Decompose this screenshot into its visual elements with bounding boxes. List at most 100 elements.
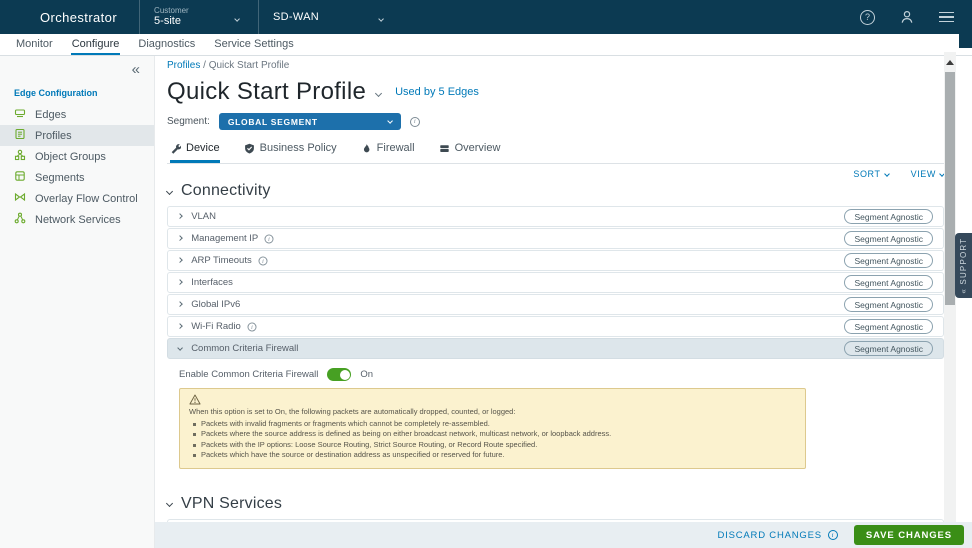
product-title: Orchestrator [40, 10, 117, 25]
nav-tab-monitor[interactable]: Monitor [15, 34, 54, 55]
segment-agnostic-badge: Segment Agnostic [844, 341, 933, 356]
profiles-icon [14, 128, 26, 143]
menu-icon[interactable] [939, 12, 954, 23]
breadcrumb-profiles-link[interactable]: Profiles [167, 60, 200, 71]
nav-tab-diagnostics[interactable]: Diagnostics [137, 34, 196, 55]
user-icon[interactable] [899, 9, 915, 25]
ccf-toggle[interactable] [327, 368, 351, 381]
info-icon[interactable]: i [247, 322, 256, 331]
segment-agnostic-badge: Segment Agnostic [844, 275, 933, 290]
row-label: Global IPv6 [191, 299, 240, 310]
save-changes-button[interactable]: SAVE CHANGES [854, 525, 964, 545]
ccf-toggle-label: Enable Common Criteria Firewall [179, 369, 318, 380]
sidebar-item-network-services[interactable]: Network Services [0, 209, 154, 230]
config-row-vlan[interactable]: VLAN Segment Agnostic [167, 206, 944, 227]
tab-overview[interactable]: Overview [439, 142, 501, 163]
service-label: SD-WAN [273, 11, 319, 23]
segment-agnostic-badge: Segment Agnostic [844, 253, 933, 268]
sidebar-item-label: Profiles [35, 130, 72, 142]
scroll-up-button[interactable] [944, 56, 956, 69]
sidebar-collapse-icon[interactable]: « [132, 61, 140, 78]
scrollbar-thumb[interactable] [945, 72, 955, 305]
sidebar-item-label: Network Services [35, 214, 121, 226]
tab-device[interactable]: Device [170, 142, 220, 163]
nav-tab-configure[interactable]: Configure [71, 34, 121, 55]
shield-check-icon [244, 143, 255, 154]
sidebar-item-segments[interactable]: Segments [0, 167, 154, 188]
info-icon[interactable]: i [258, 256, 267, 265]
sidebar-item-edges[interactable]: Edges [0, 104, 154, 125]
tab-firewall[interactable]: Firewall [361, 142, 415, 163]
config-row-common-criteria-firewall[interactable]: Common Criteria Firewall Segment Agnosti… [167, 338, 944, 359]
config-row-interfaces[interactable]: Interfaces Segment Agnostic [167, 272, 944, 293]
chevron-down-icon [166, 500, 173, 507]
service-dropdown[interactable]: SD-WAN [259, 0, 397, 34]
segment-info-icon[interactable]: i [410, 117, 420, 127]
info-icon[interactable]: i [265, 234, 274, 243]
chevron-right-icon [177, 324, 183, 330]
network-services-icon [14, 212, 26, 227]
support-label: SUPPORT [959, 238, 968, 285]
segment-value: GLOBAL SEGMENT [228, 117, 318, 127]
sort-label: SORT [853, 169, 880, 179]
sidebar-item-profiles[interactable]: Profiles [0, 125, 154, 146]
chevron-down-icon [177, 346, 183, 352]
chevron-right-icon [177, 214, 183, 220]
row-label: Interfaces [191, 277, 233, 288]
chevron-down-icon [379, 8, 383, 26]
nav-tab-service-settings[interactable]: Service Settings [213, 34, 294, 55]
flame-icon [361, 143, 372, 154]
breadcrumb: Profiles / Quick Start Profile [167, 60, 944, 71]
segment-agnostic-badge: Segment Agnostic [844, 231, 933, 246]
warning-icon [189, 394, 201, 405]
footer-action-bar: DISCARD CHANGES i SAVE CHANGES [155, 522, 972, 548]
support-tab[interactable]: « SUPPORT [955, 233, 972, 298]
discard-changes-button[interactable]: DISCARD CHANGES i [718, 530, 838, 541]
chevron-down-icon [166, 187, 173, 194]
title-dropdown-chevron-icon[interactable] [376, 83, 381, 101]
row-label: Management IP [191, 233, 258, 244]
tab-label: Overview [455, 142, 501, 154]
sidebar-item-label: Segments [35, 172, 85, 184]
chevron-down-icon [235, 8, 239, 26]
config-row-management-ip[interactable]: Management IP i Segment Agnostic [167, 228, 944, 249]
row-label: Common Criteria Firewall [191, 343, 298, 354]
breadcrumb-separator: / [203, 60, 206, 71]
help-icon[interactable]: ? [860, 10, 875, 25]
sidebar-section-title: Edge Configuration [14, 88, 154, 98]
sidebar-item-label: Overlay Flow Control [35, 193, 138, 205]
segment-dropdown[interactable]: GLOBAL SEGMENT [219, 113, 401, 130]
warning-intro: When this option is set to On, the follo… [189, 407, 795, 418]
edges-icon [14, 107, 26, 122]
customer-dropdown[interactable]: Customer 5-site [140, 0, 258, 34]
config-row-global-ipv6[interactable]: Global IPv6 Segment Agnostic [167, 294, 944, 315]
breadcrumb-current: Quick Start Profile [209, 60, 290, 71]
segment-agnostic-badge: Segment Agnostic [844, 209, 933, 224]
warning-bullet: Packets which have the source or destina… [189, 450, 795, 461]
config-row-wifi-radio[interactable]: Wi-Fi Radio i Segment Agnostic [167, 316, 944, 337]
warning-bullet: Packets with the IP options: Loose Sourc… [189, 440, 795, 451]
primary-nav: Monitor Configure Diagnostics Service Se… [0, 34, 972, 56]
chevron-right-icon [177, 236, 183, 242]
sort-dropdown[interactable]: SORT [853, 169, 888, 179]
app-header: Orchestrator Customer 5-site SD-WAN ? [0, 0, 972, 34]
segment-agnostic-badge: Segment Agnostic [844, 319, 933, 334]
used-by-edges-link[interactable]: Used by 5 Edges [395, 86, 479, 98]
section-vpn-services-header[interactable]: VPN Services [167, 495, 944, 513]
sidebar-item-object-groups[interactable]: Object Groups [0, 146, 154, 167]
discard-info-icon[interactable]: i [828, 530, 838, 540]
sidebar-item-label: Object Groups [35, 151, 106, 163]
tab-label: Firewall [377, 142, 415, 154]
view-dropdown[interactable]: VIEW [911, 169, 944, 179]
sidebar-item-overlay-flow-control[interactable]: Overlay Flow Control [0, 188, 154, 209]
section-connectivity-header[interactable]: Connectivity [167, 182, 944, 200]
row-label: Wi-Fi Radio [191, 321, 241, 332]
section-title: VPN Services [181, 495, 282, 513]
config-row-arp-timeouts[interactable]: ARP Timeouts i Segment Agnostic [167, 250, 944, 271]
sidebar: « Edge Configuration Edges Profiles Obje… [0, 56, 155, 548]
tab-business-policy[interactable]: Business Policy [244, 142, 337, 163]
chevron-right-icon [177, 258, 183, 264]
tab-label: Device [186, 142, 220, 154]
customer-label: Customer [154, 6, 189, 15]
warning-bullet-list: Packets with invalid fragments or fragme… [189, 419, 795, 461]
